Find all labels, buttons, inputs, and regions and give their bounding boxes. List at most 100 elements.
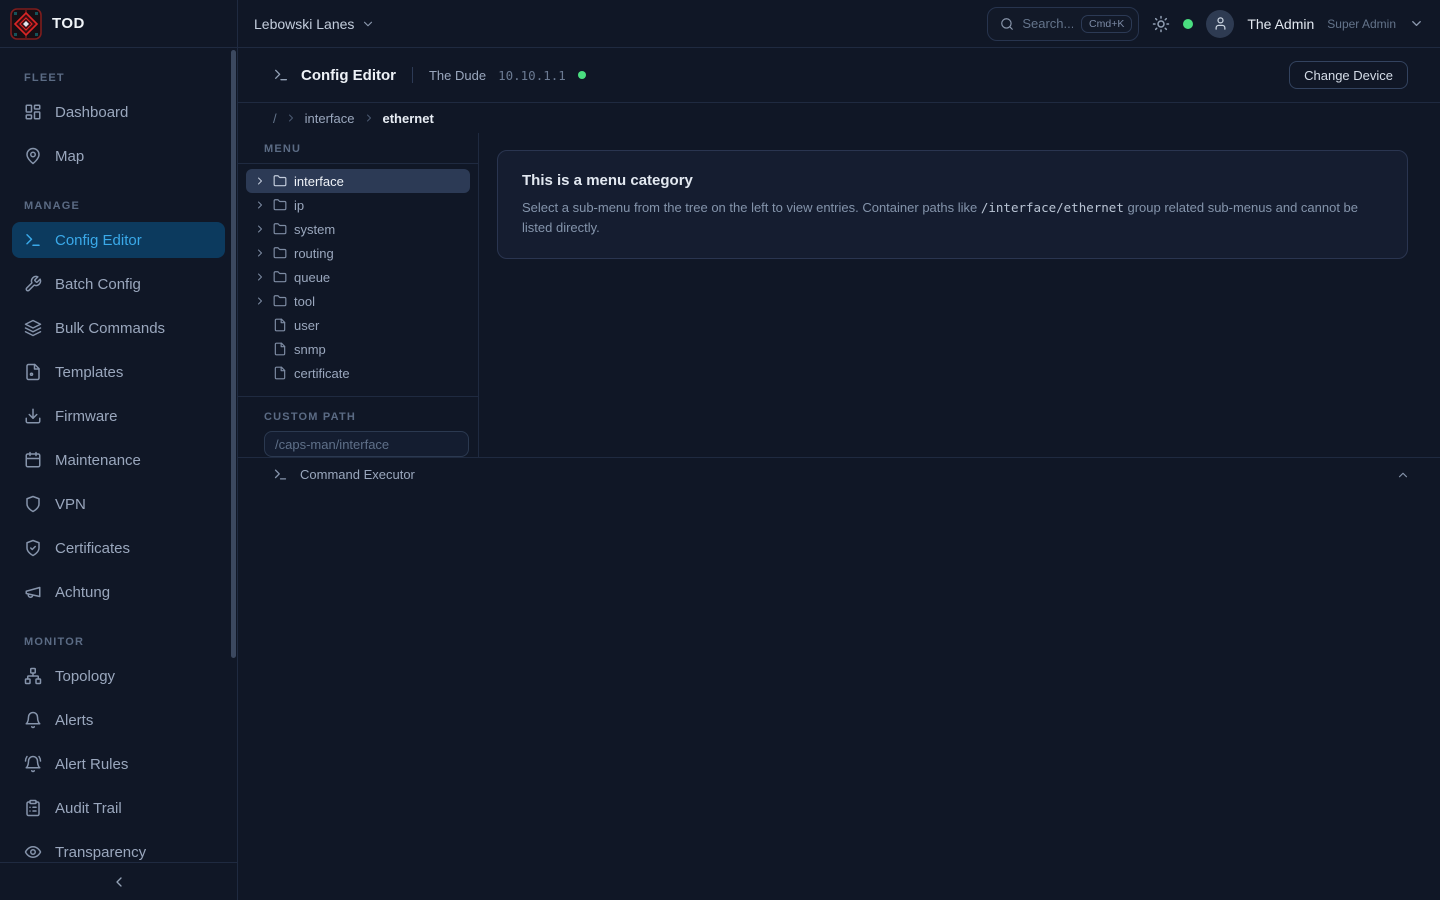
sidebar-item-vpn[interactable]: VPN: [12, 486, 225, 522]
sidebar-item-maintenance[interactable]: Maintenance: [12, 442, 225, 478]
main-empty-area: [238, 491, 1440, 900]
tree-item-label: tool: [294, 294, 315, 309]
sidebar-item-batch-config[interactable]: Batch Config: [12, 266, 225, 302]
sidebar-scrollbar[interactable]: [231, 50, 236, 658]
menu-panel-title: MENU: [238, 133, 478, 164]
tree-item-label: user: [294, 318, 319, 333]
calendar-icon: [24, 451, 42, 469]
chevron-right-icon: [254, 175, 266, 187]
search-shortcut-badge: Cmd+K: [1081, 15, 1132, 33]
sidebar-item-alert-rules[interactable]: Alert Rules: [12, 746, 225, 782]
avatar[interactable]: [1206, 10, 1234, 38]
chevron-up-icon[interactable]: [1396, 468, 1410, 482]
tree-item-label: queue: [294, 270, 330, 285]
top-bar: TOD Lebowski Lanes Search... Cmd+K: [0, 0, 1440, 48]
map-pin-icon: [24, 147, 42, 165]
sidebar-item-label: Achtung: [55, 584, 110, 601]
sidebar-item-label: VPN: [55, 496, 86, 513]
megaphone-icon: [24, 583, 42, 601]
topology-icon: [24, 667, 42, 685]
change-device-button[interactable]: Change Device: [1289, 61, 1408, 89]
sidebar: FLEET Dashboard Map MANAGE Config Editor…: [0, 48, 238, 900]
chevron-right-icon: [254, 295, 266, 307]
notice-body-code: /interface/ethernet: [981, 200, 1124, 215]
menu-tree-panel: MENU interface ip: [238, 133, 479, 457]
sidebar-item-label: Map: [55, 148, 84, 165]
eye-icon: [24, 843, 42, 861]
sidebar-item-bulk-commands[interactable]: Bulk Commands: [12, 310, 225, 346]
app-logo[interactable]: TOD: [0, 0, 238, 47]
sidebar-item-label: Bulk Commands: [55, 320, 165, 337]
tree-item-snmp[interactable]: snmp: [246, 337, 470, 361]
tree-item-ip[interactable]: ip: [246, 193, 470, 217]
custom-path-input[interactable]: [264, 431, 469, 457]
tree-item-label: interface: [294, 174, 344, 189]
tree-item-user[interactable]: user: [246, 313, 470, 337]
sidebar-item-alerts[interactable]: Alerts: [12, 702, 225, 738]
layers-icon: [24, 319, 42, 337]
sidebar-item-topology[interactable]: Topology: [12, 658, 225, 694]
sidebar-item-label: Maintenance: [55, 452, 141, 469]
divider: [412, 67, 413, 83]
sidebar-item-achtung[interactable]: Achtung: [12, 574, 225, 610]
org-switcher[interactable]: Lebowski Lanes: [254, 16, 375, 32]
notice-body-text: Select a sub-menu from the tree on the l…: [522, 200, 981, 215]
sidebar-item-certificates[interactable]: Certificates: [12, 530, 225, 566]
org-name: Lebowski Lanes: [254, 16, 354, 32]
breadcrumb-root[interactable]: /: [273, 111, 277, 126]
folder-icon: [273, 198, 287, 212]
terminal-icon: [273, 67, 289, 83]
breadcrumb-item-interface[interactable]: interface: [305, 111, 355, 126]
main-content: Config Editor The Dude 10.10.1.1 Change …: [238, 48, 1440, 900]
file-icon: [273, 318, 287, 332]
sidebar-item-config-editor[interactable]: Config Editor: [12, 222, 225, 258]
sidebar-item-label: Topology: [55, 668, 115, 685]
tree-item-label: snmp: [294, 342, 326, 357]
top-bar-right: Search... Cmd+K The Admin Super Admin: [987, 7, 1424, 41]
terminal-icon: [24, 231, 42, 249]
notice-title: This is a menu category: [522, 172, 1383, 189]
notice-body: Select a sub-menu from the tree on the l…: [522, 198, 1383, 237]
tree-item-system[interactable]: system: [246, 217, 470, 241]
tod-logo-icon: [10, 8, 42, 40]
sidebar-item-templates[interactable]: Templates: [12, 354, 225, 390]
tree-item-tool[interactable]: tool: [246, 289, 470, 313]
search-input[interactable]: Search... Cmd+K: [987, 7, 1139, 41]
connection-status-dot: [1183, 19, 1193, 29]
sidebar-item-audit-trail[interactable]: Audit Trail: [12, 790, 225, 826]
sun-icon[interactable]: [1152, 15, 1170, 33]
user-name: The Admin: [1247, 16, 1314, 32]
sidebar-item-map[interactable]: Map: [12, 138, 225, 174]
command-executor-bar[interactable]: Command Executor: [238, 457, 1440, 491]
top-bar-content: Lebowski Lanes Search... Cmd+K: [238, 0, 1440, 47]
folder-icon: [273, 270, 287, 284]
sidebar-collapse-button[interactable]: [0, 862, 237, 900]
custom-path-section: CUSTOM PATH: [238, 396, 478, 457]
sidebar-item-label: Batch Config: [55, 276, 141, 293]
folder-icon: [273, 246, 287, 260]
sidebar-item-firmware[interactable]: Firmware: [12, 398, 225, 434]
work-area: MENU interface ip: [238, 133, 1440, 457]
search-placeholder: Search...: [1022, 16, 1073, 31]
chevron-right-icon: [254, 247, 266, 259]
tree-item-certificate[interactable]: certificate: [246, 361, 470, 385]
tree-item-interface[interactable]: interface: [246, 169, 470, 193]
breadcrumb-item-ethernet: ethernet: [383, 111, 434, 126]
tree-item-queue[interactable]: queue: [246, 265, 470, 289]
sidebar-item-label: Dashboard: [55, 104, 128, 121]
sidebar-item-transparency[interactable]: Transparency: [12, 834, 225, 862]
user-menu-chevron-down-icon[interactable]: [1409, 16, 1424, 31]
sidebar-item-label: Audit Trail: [55, 800, 122, 817]
menu-tree: interface ip system: [238, 164, 478, 396]
device-ip: 10.10.1.1: [498, 68, 566, 83]
folder-icon: [273, 174, 287, 188]
tree-item-routing[interactable]: routing: [246, 241, 470, 265]
sidebar-item-label: Firmware: [55, 408, 118, 425]
sidebar-section-manage: MANAGE: [12, 182, 225, 222]
file-icon: [273, 366, 287, 380]
chevron-right-icon: [363, 112, 375, 124]
sidebar-item-dashboard[interactable]: Dashboard: [12, 94, 225, 130]
file-icon: [273, 342, 287, 356]
tree-item-label: certificate: [294, 366, 350, 381]
sidebar-item-label: Certificates: [55, 540, 130, 557]
